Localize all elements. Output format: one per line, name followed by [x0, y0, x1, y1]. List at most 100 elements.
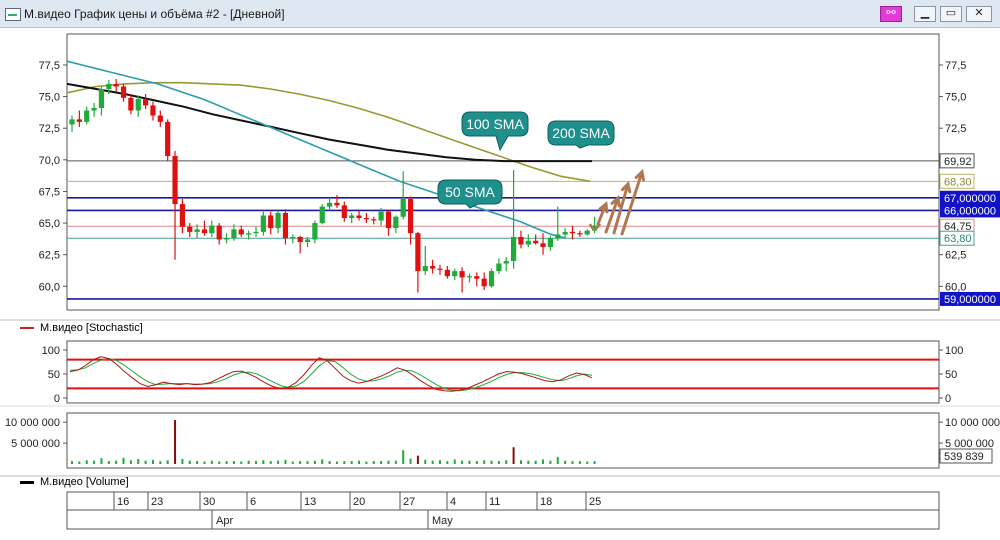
- candle-body: [165, 121, 171, 157]
- candle-body: [327, 202, 333, 207]
- volume-bar: [240, 461, 243, 464]
- volume-bar: [210, 460, 213, 464]
- sma100-callout-label: 100 SMA: [466, 116, 524, 132]
- candle-body: [120, 86, 127, 98]
- volume-bar: [277, 460, 280, 464]
- volume-bar: [556, 456, 559, 464]
- sma200-callout-label: 200 SMA: [552, 125, 610, 141]
- stochastic-legend-swatch: [20, 327, 34, 330]
- stochastic-pane[interactable]: [66, 340, 940, 404]
- price-pane[interactable]: [66, 33, 940, 311]
- candle-body: [69, 119, 75, 125]
- restore-button[interactable]: ▭: [940, 6, 962, 22]
- volume-bar: [144, 460, 147, 464]
- candle-body: [407, 199, 414, 234]
- volume-bar: [394, 460, 397, 464]
- volume-bar: [291, 461, 294, 464]
- stoch-right-tick-label: 0: [945, 393, 951, 405]
- candle-body: [562, 231, 568, 235]
- volume-bar: [564, 460, 567, 464]
- candle-body: [444, 269, 450, 277]
- volume-bar: [93, 460, 96, 464]
- volume-bar: [593, 461, 596, 464]
- volume-bar: [181, 458, 184, 464]
- volume-bar: [475, 461, 478, 464]
- candle-body: [290, 236, 296, 239]
- candle-body: [518, 236, 524, 245]
- candle-body: [143, 99, 149, 106]
- volume-bar: [107, 461, 110, 464]
- price-tick-label: 67,5: [39, 186, 60, 198]
- candle-body: [547, 238, 553, 248]
- candle-body: [363, 218, 369, 220]
- volume-bar: [527, 460, 530, 464]
- candle-body: [496, 263, 502, 272]
- candle-body: [349, 215, 355, 218]
- price-level-label: 69,92: [944, 156, 972, 168]
- candle-body: [319, 206, 325, 224]
- close-button[interactable]: ✕: [966, 6, 992, 22]
- candle-body: [282, 212, 289, 239]
- link-icon[interactable]: ⚯: [880, 6, 902, 22]
- volume-bar: [409, 458, 412, 464]
- date-tick-label: 16: [117, 496, 129, 508]
- candle-body: [584, 230, 590, 235]
- minimize-button[interactable]: ▁: [914, 6, 936, 22]
- stochastic-legend: М.видео [Stochastic]: [20, 322, 143, 334]
- volume-bar: [225, 461, 228, 464]
- price-tick-label: 72,5: [39, 123, 60, 135]
- volume-bar: [380, 461, 383, 464]
- chart-canvas[interactable]: 77,5 75,0 72,5 70,0 67,5 65,0 62,5 60,0 77,5 75,0…: [0, 28, 1000, 540]
- volume-bar: [431, 460, 434, 464]
- sma50-callout-label: 50 SMA: [445, 184, 495, 200]
- volume-bar: [166, 460, 169, 464]
- price-right-tick-label: 62,5: [945, 250, 966, 262]
- stoch-right-tick-label: 50: [945, 369, 957, 381]
- candle-body: [334, 202, 340, 206]
- volume-bar: [299, 461, 302, 464]
- candle-body: [503, 261, 509, 264]
- volume-bar: [203, 461, 206, 464]
- volume-bar: [284, 459, 287, 464]
- candle-body: [430, 266, 436, 269]
- candle-body: [209, 225, 215, 234]
- candle-body: [304, 239, 311, 243]
- candle-body: [393, 216, 399, 229]
- candle-body: [400, 199, 406, 217]
- candle-body: [555, 234, 561, 239]
- volume-bar: [483, 460, 486, 464]
- price-level-label: 68,30: [944, 176, 972, 188]
- volume-bar: [542, 459, 545, 464]
- volume-bar: [188, 460, 191, 464]
- stoch-tick-label: 50: [48, 369, 60, 381]
- month-tick-label: May: [432, 515, 453, 527]
- candle-body: [76, 119, 82, 122]
- price-level-label: 66,000000: [944, 205, 996, 217]
- candle-body: [128, 97, 134, 111]
- volume-pane[interactable]: [66, 412, 940, 469]
- volume-bar: [549, 460, 552, 464]
- volume-bar: [85, 460, 88, 464]
- stoch-tick-label: 0: [54, 393, 60, 405]
- price-tick-label: 62,5: [39, 250, 60, 262]
- volume-right-tick-label: 5 000 000: [945, 438, 994, 450]
- stoch-right-tick-label: 100: [945, 345, 963, 357]
- candle-body: [84, 110, 90, 122]
- month-tick-label: Apr: [216, 515, 233, 527]
- candle-body: [260, 215, 266, 232]
- candle-body: [172, 156, 178, 205]
- candle-body: [577, 233, 583, 235]
- volume-bar: [372, 461, 375, 464]
- price-right-tick-label: 75,0: [945, 92, 966, 104]
- volume-bar: [196, 461, 199, 464]
- candle-body: [474, 276, 480, 279]
- date-tick-label: 18: [540, 496, 552, 508]
- volume-bar: [468, 460, 471, 464]
- volume-bar: [586, 461, 589, 464]
- stochastic-legend-label: М.видео [Stochastic]: [40, 322, 143, 334]
- window-title: М.видео График цены и объёма #2 - [Дневн…: [24, 7, 285, 21]
- candle-body: [275, 212, 281, 229]
- volume-bar: [78, 461, 81, 464]
- volume-right-tick-label: 10 000 000: [945, 417, 1000, 429]
- candle-body: [179, 204, 185, 227]
